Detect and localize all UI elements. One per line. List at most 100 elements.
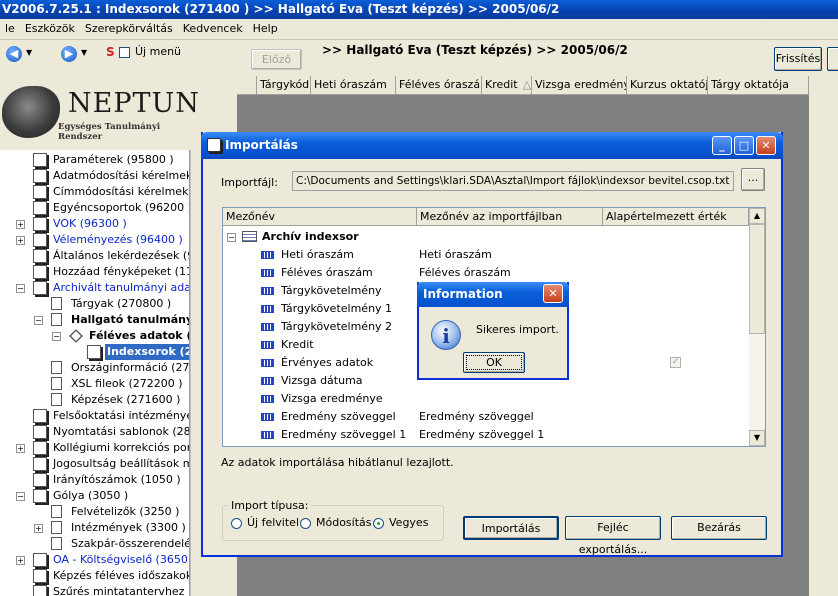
default-checkbox[interactable]: ✓	[670, 357, 681, 368]
tree-expand-icon[interactable]: −	[52, 332, 61, 341]
tree-item[interactable]: − Gólya (3050 )	[0, 488, 189, 504]
menu-item-role-switch[interactable]: Szerepkörváltás	[80, 19, 178, 39]
import-field-name[interactable]: Féléves óraszám	[419, 264, 511, 282]
tree-item[interactable]: − Féléves adatok (2	[0, 328, 189, 344]
tree-item[interactable]: Irányítószámok (1050 )	[0, 472, 189, 488]
back-icon[interactable]: ◀	[6, 46, 22, 62]
close-icon[interactable]: ✕	[756, 136, 776, 155]
tree-item[interactable]: Országinformáció (27200	[0, 360, 189, 376]
menu-item-tools[interactable]: Eszközök	[20, 19, 80, 39]
col-header[interactable]: Heti óraszám	[311, 76, 396, 95]
refresh-button[interactable]: Frissítés	[774, 47, 822, 71]
import-dialog-titlebar[interactable]: Importálás _ □ ✕	[201, 132, 783, 159]
close-button[interactable]: Bezárás	[671, 516, 767, 540]
tree-item[interactable]: Jogosultság beállítások meg	[0, 456, 189, 472]
menu-item-file[interactable]: le	[0, 19, 20, 39]
s-icon[interactable]: S	[106, 45, 115, 59]
list-header-import-field[interactable]: Mezőnév az importfájlban	[417, 208, 603, 226]
tree-item[interactable]: Általános lekérdezések (984	[0, 248, 189, 264]
forward-icon[interactable]: ▶	[61, 46, 77, 62]
tree-item[interactable]: Tárgyak (270800 )	[0, 296, 189, 312]
tree-expand-icon[interactable]: +	[16, 220, 25, 229]
scroll-down-icon[interactable]: ▼	[749, 430, 765, 446]
radio-mixed-circle[interactable]	[373, 518, 384, 529]
tree-item-label: Gólya (3050 )	[53, 489, 129, 502]
import-field-name[interactable]: Heti óraszám	[419, 246, 492, 264]
tree-item[interactable]: + VOK (96300 )	[0, 216, 189, 232]
tree-expand-icon[interactable]: −	[34, 316, 43, 325]
forward-dropdown-icon[interactable]: ▼	[81, 48, 87, 57]
tree-item[interactable]: Címmódosítási kérelmek (96	[0, 184, 189, 200]
app-gear-icon	[207, 138, 221, 152]
col-header[interactable]: Féléves óraszám	[396, 76, 482, 95]
page-icon	[51, 361, 62, 374]
collapse-icon[interactable]: −	[227, 233, 236, 242]
tree-item[interactable]: Paraméterek (95800 )	[0, 152, 189, 168]
tree-expand-icon[interactable]: −	[16, 492, 25, 501]
mapping-row[interactable]: Heti óraszám Heti óraszám	[223, 246, 749, 264]
browse-button[interactable]: ...	[741, 168, 765, 191]
tree-item[interactable]: Nyomtatási sablonok (28000	[0, 424, 189, 440]
col-header[interactable]: Vizsga eredménye	[532, 76, 627, 95]
tree-item[interactable]: + Véleményezés (96400 )	[0, 232, 189, 248]
tree-item[interactable]: Képzés féléves időszakok (4	[0, 568, 189, 584]
menu-item-help[interactable]: Help	[248, 19, 283, 39]
tree-expand-icon[interactable]: +	[16, 444, 25, 453]
tree-expand-icon[interactable]: −	[16, 284, 25, 293]
tree-item[interactable]: XSL fileok (272200 )	[0, 376, 189, 392]
export-header-button[interactable]: Fejléc exportálás...	[565, 516, 661, 556]
new-menu-checkbox[interactable]	[119, 47, 130, 58]
information-titlebar[interactable]: Information ✕	[417, 282, 569, 307]
tree-expand-icon[interactable]: +	[34, 524, 43, 533]
tree-item[interactable]: Egyéncsoportok (96200 )	[0, 200, 189, 216]
back-dropdown-icon[interactable]: ▼	[26, 48, 32, 57]
import-status-text: Az adatok importálása hibátlanul lezajlo…	[221, 456, 454, 469]
tree-item[interactable]: Hozzáad fényképeket (1140	[0, 264, 189, 280]
tree-item[interactable]: Felsőoktatási intézmények lis	[0, 408, 189, 424]
import-field-name[interactable]: Eredmény szöveggel 1	[419, 426, 544, 444]
import-field-name[interactable]: Eredmény szöveggel	[419, 408, 534, 426]
tree-item[interactable]: Szakpár-összerendelése	[0, 536, 189, 552]
info-close-icon[interactable]: ✕	[543, 284, 563, 303]
import-type-group: Import típusa: Új felvitel Módosítás Veg…	[222, 499, 444, 541]
import-button[interactable]: Importálás	[463, 516, 559, 540]
maximize-icon[interactable]: □	[734, 136, 754, 155]
scroll-track[interactable]	[749, 334, 765, 430]
tree-item[interactable]: + Intézmények (3300 )	[0, 520, 189, 536]
mapping-row[interactable]: Eredmény szöveggel 1 Eredmény szöveggel 1	[223, 426, 749, 444]
menu-item-favorites[interactable]: Kedvencek	[178, 19, 248, 39]
mapping-row[interactable]: Féléves óraszám Féléves óraszám	[223, 264, 749, 282]
mapping-row[interactable]: Vizsga eredménye	[223, 390, 749, 408]
tree-expand-icon[interactable]: +	[16, 236, 25, 245]
tree-item[interactable]: + OA - Költségviselő (3650 )	[0, 552, 189, 568]
tree-item[interactable]: − Hallgató tanulmánya	[0, 312, 189, 328]
tree-item[interactable]: + Kollégiumi korrekciós pontok	[0, 440, 189, 456]
extra-button[interactable]	[827, 47, 838, 71]
tree-item[interactable]: Szűrés mintatantervhez rend	[0, 584, 189, 596]
grid-corner	[237, 76, 257, 95]
list-header-default[interactable]: Alapértelmezett érték	[603, 208, 749, 226]
tree-item[interactable]: Adatmódosítási kérelmek (96	[0, 168, 189, 184]
tree-item[interactable]: Indexsorok (2	[0, 344, 189, 360]
radio-modify-circle[interactable]	[300, 518, 311, 529]
page-icon	[51, 505, 62, 518]
list-header-field[interactable]: Mezőnév	[223, 208, 417, 226]
ok-button[interactable]: OK	[463, 352, 525, 373]
gear-icon	[33, 153, 47, 167]
tree-expand-icon[interactable]: +	[16, 556, 25, 565]
col-header[interactable]: Tárgykód	[257, 76, 311, 95]
prev-button[interactable]: Előző	[251, 49, 302, 70]
scroll-thumb[interactable]	[749, 224, 765, 334]
tree-item[interactable]: Felvételizők (3250 )	[0, 504, 189, 520]
radio-new-circle[interactable]	[231, 518, 242, 529]
import-file-path-field[interactable]: C:\Documents and Settings\klari.SDA\Aszt…	[292, 171, 734, 191]
tree-item[interactable]: − Archivált tanulmányi adatok (	[0, 280, 189, 296]
logo-stone-icon	[2, 86, 60, 138]
tree-item[interactable]: Képzések (271600 )	[0, 392, 189, 408]
mapping-row[interactable]: Eredmény szöveggel Eredmény szöveggel	[223, 408, 749, 426]
col-header[interactable]: Kredit △	[482, 76, 532, 95]
minimize-icon[interactable]: _	[712, 136, 732, 155]
col-header[interactable]: Kurzus oktatója	[627, 76, 708, 95]
col-header[interactable]: Tárgy oktatója	[708, 76, 809, 95]
scroll-up-icon[interactable]: ▲	[749, 208, 765, 224]
